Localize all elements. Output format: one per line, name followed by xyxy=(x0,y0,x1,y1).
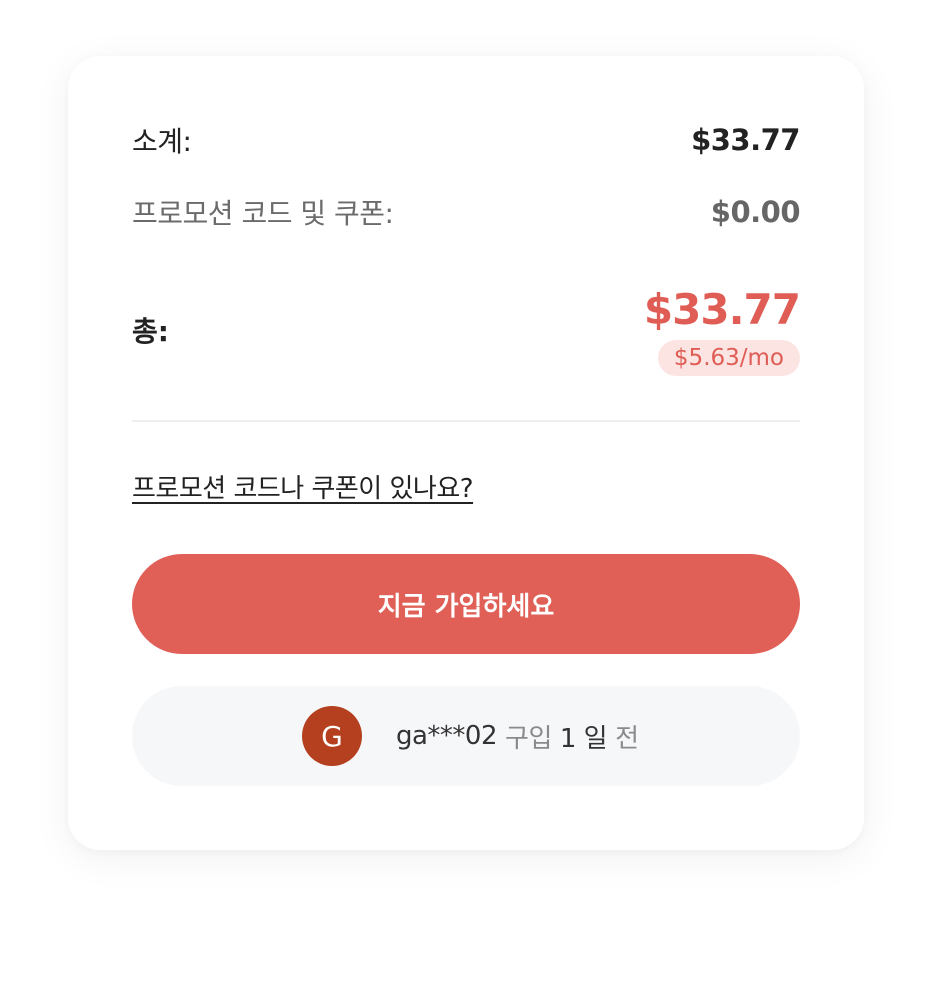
monthly-price-badge: $5.63/mo xyxy=(657,340,800,376)
total-label: 총: xyxy=(132,315,169,348)
divider xyxy=(132,420,800,422)
order-summary-card: 소계: $33.77 프로모션 코드 및 쿠폰: $0.00 총: $33.77… xyxy=(68,56,864,850)
purchase-time-value: 1 일 xyxy=(559,723,608,754)
recent-purchase-notice: G ga***02 구입 1 일 전 xyxy=(132,686,800,786)
avatar: G xyxy=(302,706,362,766)
purchase-verb: 구입 xyxy=(505,723,552,754)
subtotal-value: $33.77 xyxy=(691,123,800,157)
purchase-username: ga***02 xyxy=(396,721,498,751)
promo-discount-value: $0.00 xyxy=(710,195,801,229)
total-row: 총: $33.77 $5.63/mo xyxy=(132,280,801,380)
total-value: $33.77 xyxy=(643,285,801,334)
promo-code-link[interactable]: 프로모션 코드나 쿠폰이 있나요? xyxy=(132,468,474,505)
purchase-time-suffix: 전 xyxy=(615,723,639,754)
total-price-block: $33.77 $5.63/mo xyxy=(643,284,801,376)
promo-discount-row: 프로모션 코드 및 쿠폰: $0.00 xyxy=(132,192,801,232)
promo-discount-label: 프로모션 코드 및 쿠폰: xyxy=(132,197,394,230)
signup-button[interactable]: 지금 가입하세요 xyxy=(132,554,800,654)
subtotal-row: 소계: $33.77 xyxy=(132,120,800,160)
subtotal-label: 소계: xyxy=(132,125,192,158)
recent-purchase-text: ga***02 구입 1 일 전 xyxy=(396,686,639,786)
